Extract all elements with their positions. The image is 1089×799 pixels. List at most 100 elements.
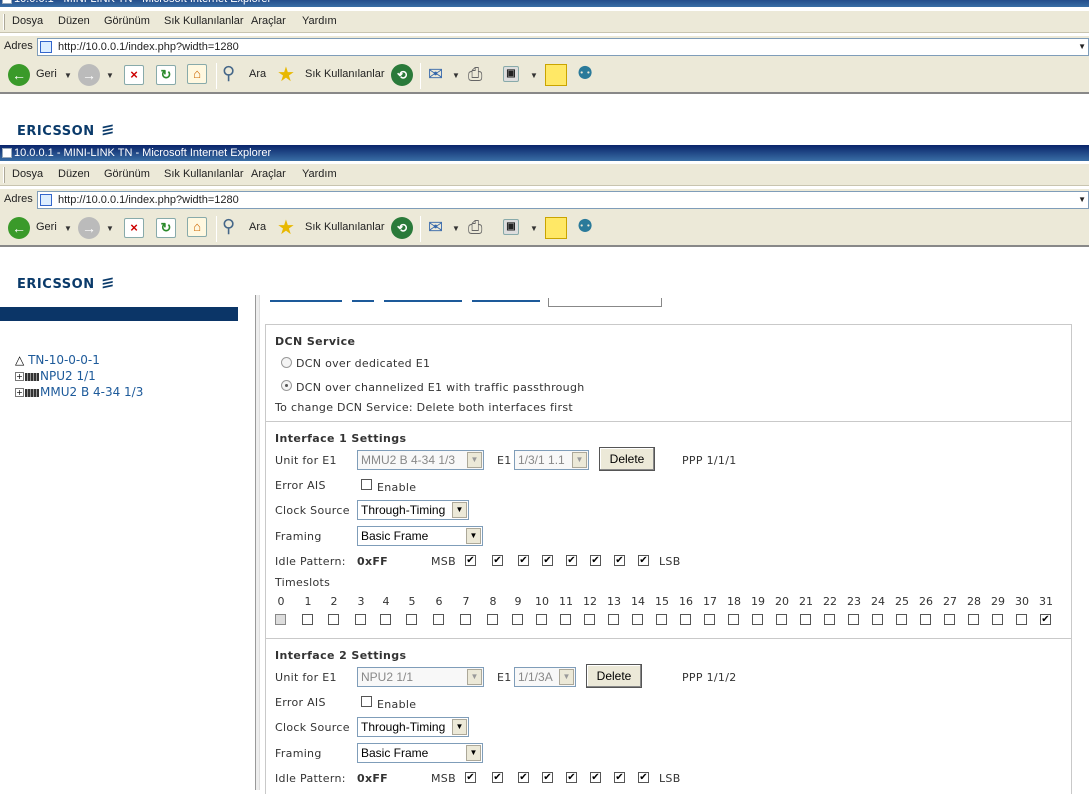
timeslot-checkbox[interactable] — [608, 614, 619, 625]
timeslot-checkbox[interactable] — [632, 614, 643, 625]
timeslot-checkbox[interactable] — [433, 614, 444, 625]
idle-bit-checkbox[interactable]: ✔ — [518, 772, 529, 783]
mail-dropdown-icon[interactable]: ▼ — [452, 71, 460, 80]
timeslot-checkbox[interactable] — [656, 614, 667, 625]
idle-bit-checkbox[interactable]: ✔ — [518, 555, 529, 566]
mail-icon[interactable]: ✉ — [428, 64, 443, 85]
dcn-dedicated-radio[interactable] — [281, 357, 292, 368]
timeslot-checkbox[interactable] — [275, 614, 286, 625]
menu-dosya[interactable]: Dosya — [12, 15, 43, 27]
timeslot-checkbox[interactable] — [728, 614, 739, 625]
idle-bit-checkbox[interactable]: ✔ — [590, 772, 601, 783]
idle-bit-checkbox[interactable]: ✔ — [542, 772, 553, 783]
idle-bit-checkbox[interactable]: ✔ — [492, 772, 503, 783]
address-input[interactable]: http://10.0.0.1/index.php?width=1280 ▼ — [37, 191, 1089, 209]
timeslot-checkbox[interactable] — [968, 614, 979, 625]
menu-araclar[interactable]: Araçlar — [251, 15, 286, 27]
back-label[interactable]: Geri — [36, 221, 57, 233]
interface1-error-ais-checkbox[interactable] — [361, 479, 372, 490]
timeslot-checkbox[interactable]: ✔ — [1040, 614, 1051, 625]
frame-splitter[interactable] — [255, 295, 260, 790]
menu-favorites[interactable]: Sık Kullanılanlar — [164, 168, 244, 180]
interface2-framing-select[interactable]: Basic Frame ▼ — [357, 743, 483, 763]
timeslot-checkbox[interactable] — [328, 614, 339, 625]
timeslot-checkbox[interactable] — [355, 614, 366, 625]
history-icon[interactable]: ⟲ — [391, 64, 413, 86]
edit-icon[interactable]: ▣ — [503, 219, 519, 235]
search-icon[interactable]: ⚲ — [222, 216, 235, 237]
back-dropdown-icon[interactable]: ▼ — [64, 71, 72, 80]
timeslot-checkbox[interactable] — [992, 614, 1003, 625]
refresh-icon[interactable]: ↻ — [156, 65, 176, 85]
interface1-clock-select[interactable]: Through-Timing ▼ — [357, 500, 469, 520]
idle-bit-checkbox[interactable]: ✔ — [542, 555, 553, 566]
interface1-unit-select[interactable]: MMU2 B 4-34 1/3 ▼ — [357, 450, 484, 470]
idle-bit-checkbox[interactable]: ✔ — [492, 555, 503, 566]
menu-gorunum[interactable]: Görünüm — [104, 15, 150, 27]
timeslot-checkbox[interactable] — [512, 614, 523, 625]
active-tab[interactable] — [548, 298, 662, 307]
menu-yardim[interactable]: Yardım — [302, 15, 337, 27]
timeslot-checkbox[interactable] — [536, 614, 547, 625]
history-icon[interactable]: ⟲ — [391, 217, 413, 239]
back-icon[interactable]: ← — [8, 64, 30, 86]
dcn-channelized-radio[interactable] — [281, 380, 292, 391]
timeslot-checkbox[interactable] — [302, 614, 313, 625]
forward-dropdown-icon[interactable]: ▼ — [106, 71, 114, 80]
interface2-delete-button[interactable]: Delete — [586, 664, 642, 688]
timeslot-checkbox[interactable] — [1016, 614, 1027, 625]
search-label[interactable]: Ara — [249, 68, 266, 80]
address-dropdown-icon[interactable]: ▼ — [1078, 195, 1086, 204]
expand-icon[interactable]: + — [15, 372, 24, 381]
favorites-star-icon[interactable]: ★ — [277, 62, 295, 87]
idle-bit-checkbox[interactable]: ✔ — [465, 772, 476, 783]
timeslot-checkbox[interactable] — [560, 614, 571, 625]
menu-gorunum[interactable]: Görünüm — [104, 168, 150, 180]
menu-yardim[interactable]: Yardım — [302, 168, 337, 180]
idle-bit-checkbox[interactable]: ✔ — [566, 772, 577, 783]
mail-icon[interactable]: ✉ — [428, 217, 443, 238]
timeslot-checkbox[interactable] — [824, 614, 835, 625]
discuss-icon[interactable] — [545, 64, 567, 86]
interface2-clock-select[interactable]: Through-Timing ▼ — [357, 717, 469, 737]
discuss-icon[interactable] — [545, 217, 567, 239]
edit-dropdown-icon[interactable]: ▼ — [530, 71, 538, 80]
forward-dropdown-icon[interactable]: ▼ — [106, 224, 114, 233]
favorites-star-icon[interactable]: ★ — [277, 215, 295, 240]
timeslot-checkbox[interactable] — [460, 614, 471, 625]
messenger-icon[interactable]: ⚉ — [577, 63, 593, 84]
edit-icon[interactable]: ▣ — [503, 66, 519, 82]
tree-item-label[interactable]: NPU2 1/1 — [40, 369, 96, 383]
tree-item-label[interactable]: MMU2 B 4-34 1/3 — [40, 385, 143, 399]
timeslot-checkbox[interactable] — [584, 614, 595, 625]
timeslot-checkbox[interactable] — [896, 614, 907, 625]
idle-bit-checkbox[interactable]: ✔ — [566, 555, 577, 566]
idle-bit-checkbox[interactable]: ✔ — [638, 555, 649, 566]
back-dropdown-icon[interactable]: ▼ — [64, 224, 72, 233]
tree-item-npu2[interactable]: + NPU2 1/1 — [15, 368, 143, 384]
back-icon[interactable]: ← — [8, 217, 30, 239]
messenger-icon[interactable]: ⚉ — [577, 216, 593, 237]
interface2-e1-select[interactable]: 1/1/3A ▼ — [514, 667, 576, 687]
interface2-error-ais-checkbox[interactable] — [361, 696, 372, 707]
timeslot-checkbox[interactable] — [944, 614, 955, 625]
print-icon[interactable]: ⎙ — [468, 217, 482, 238]
timeslot-checkbox[interactable] — [872, 614, 883, 625]
idle-bit-checkbox[interactable]: ✔ — [590, 555, 601, 566]
home-icon[interactable]: ⌂ — [187, 217, 207, 237]
timeslot-checkbox[interactable] — [800, 614, 811, 625]
menu-duzen[interactable]: Düzen — [58, 168, 90, 180]
favorites-label[interactable]: Sık Kullanılanlar — [305, 68, 385, 80]
favorites-label[interactable]: Sık Kullanılanlar — [305, 221, 385, 233]
print-icon[interactable]: ⎙ — [468, 64, 482, 85]
idle-bit-checkbox[interactable]: ✔ — [638, 772, 649, 783]
timeslot-checkbox[interactable] — [487, 614, 498, 625]
refresh-icon[interactable]: ↻ — [156, 218, 176, 238]
menu-dosya[interactable]: Dosya — [12, 168, 43, 180]
menu-duzen[interactable]: Düzen — [58, 15, 90, 27]
timeslot-checkbox[interactable] — [406, 614, 417, 625]
idle-bit-checkbox[interactable]: ✔ — [465, 555, 476, 566]
timeslot-checkbox[interactable] — [680, 614, 691, 625]
forward-icon[interactable]: → — [78, 217, 100, 239]
stop-icon[interactable]: × — [124, 218, 144, 238]
